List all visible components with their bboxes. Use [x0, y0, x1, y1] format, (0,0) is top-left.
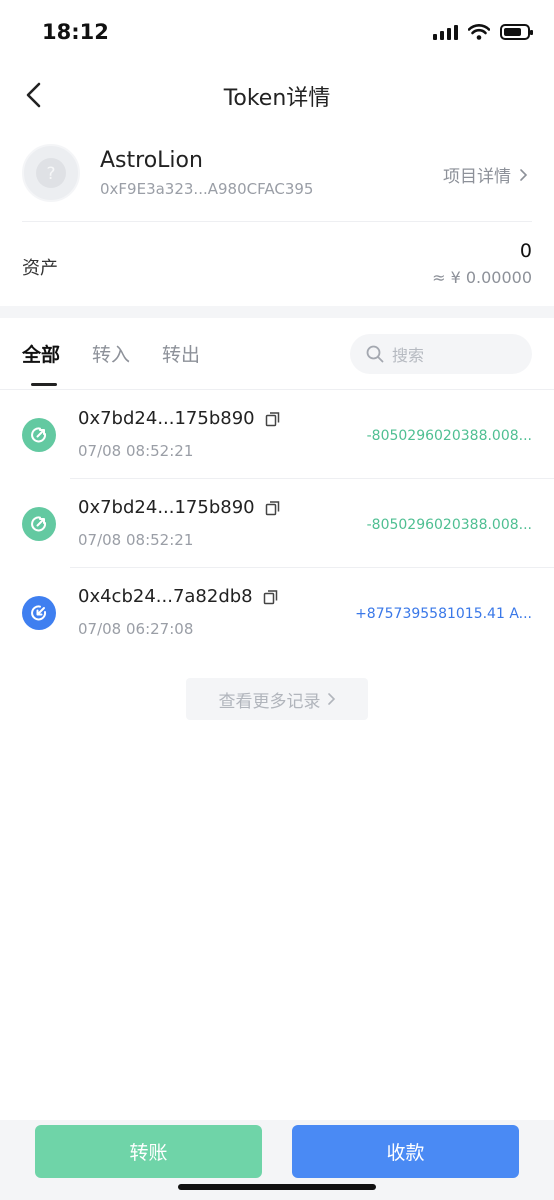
status-time: 18:12: [42, 20, 109, 44]
transaction-time: 07/08 08:52:21: [78, 531, 194, 549]
status-icons: [433, 24, 533, 40]
assets-label: 资产: [22, 258, 58, 279]
transaction-row[interactable]: 0x4cb24...7a82db8 07/08 06:27:08 +875739…: [0, 568, 554, 657]
search-placeholder: 搜索: [392, 346, 425, 365]
home-indicator: [178, 1184, 376, 1190]
transaction-row[interactable]: 0x7bd24...175b890 07/08 08:52:21 -805029…: [0, 390, 554, 479]
copy-icon[interactable]: [263, 589, 279, 605]
transaction-row[interactable]: 0x7bd24...175b890 07/08 08:52:21 -805029…: [0, 479, 554, 568]
active-tab-indicator: [31, 383, 57, 386]
section-divider: [0, 306, 554, 318]
transaction-hash-text: 0x4cb24...7a82db8: [78, 586, 253, 607]
transaction-amount: +8757395581015.41 A...: [355, 606, 532, 622]
cellular-signal-icon: [433, 24, 458, 40]
nav-bar: Token详情: [0, 62, 554, 126]
divider: [22, 221, 532, 222]
search-input[interactable]: 搜索: [350, 334, 532, 374]
svg-text:?: ?: [46, 164, 55, 184]
chevron-right-icon: [327, 693, 335, 705]
view-more-records-button[interactable]: 查看更多记录: [186, 678, 368, 720]
tab-outgoing[interactable]: 转出: [162, 340, 200, 367]
transaction-hash: 0x4cb24...7a82db8: [78, 586, 279, 607]
transaction-time: 07/08 06:27:08: [78, 620, 194, 638]
transaction-amount: -8050296020388.008...: [366, 517, 532, 533]
transaction-hash-text: 0x7bd24...175b890: [78, 408, 255, 429]
transaction-time: 07/08 08:52:21: [78, 442, 194, 460]
battery-icon: [500, 24, 533, 40]
view-more-records-label: 查看更多记录: [218, 691, 321, 712]
transaction-amount: -8050296020388.008...: [366, 428, 532, 444]
token-address: 0xF9E3a323...A980CFAC395: [100, 180, 314, 198]
status-bar: 18:12: [0, 0, 554, 62]
wifi-icon: [468, 24, 490, 40]
outgoing-icon: [22, 418, 56, 452]
transaction-list: 0x7bd24...175b890 07/08 08:52:21 -805029…: [0, 390, 554, 657]
transaction-hash: 0x7bd24...175b890: [78, 497, 281, 518]
chevron-right-icon: [520, 168, 528, 181]
receive-button[interactable]: 收款: [292, 1125, 519, 1178]
transfer-button[interactable]: 转账: [35, 1125, 262, 1178]
transaction-hash-text: 0x7bd24...175b890: [78, 497, 255, 518]
search-icon: [366, 345, 384, 363]
project-details-link[interactable]: 项目详情: [443, 162, 528, 187]
tab-all[interactable]: 全部: [22, 340, 60, 367]
assets-amount: 0: [519, 240, 532, 262]
copy-icon[interactable]: [265, 411, 281, 427]
transaction-hash: 0x7bd24...175b890: [78, 408, 281, 429]
filter-tabs: 全部 转入 转出 搜索: [0, 318, 554, 388]
token-placeholder-icon: ?: [22, 144, 80, 202]
tab-incoming[interactable]: 转入: [92, 340, 130, 367]
token-header: ? AstroLion 0xF9E3a323...A980CFAC395 项目详…: [0, 140, 554, 220]
incoming-icon: [22, 596, 56, 630]
project-details-label: 项目详情: [443, 167, 511, 187]
page-title: Token详情: [223, 86, 331, 111]
outgoing-icon: [22, 507, 56, 541]
assets-row: 资产 0 ≈ ¥ 0.00000: [0, 224, 554, 302]
assets-fiat-value: ≈ ¥ 0.00000: [432, 268, 532, 287]
token-name: AstroLion: [100, 148, 203, 173]
copy-icon[interactable]: [265, 500, 281, 516]
